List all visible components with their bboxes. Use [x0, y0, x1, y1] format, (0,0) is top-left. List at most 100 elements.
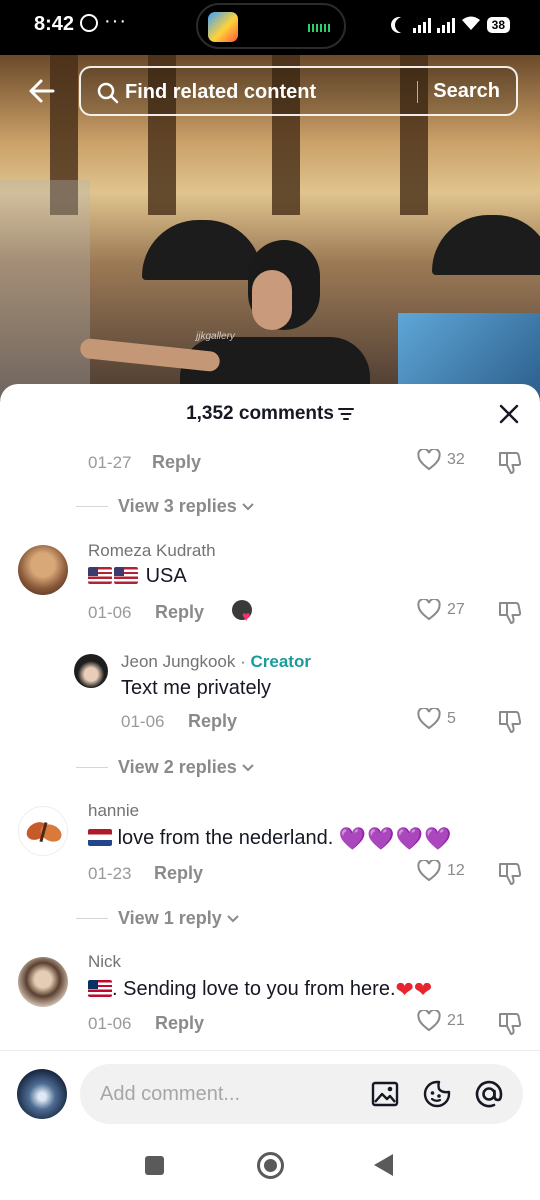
- search-divider: [417, 81, 418, 103]
- image-icon[interactable]: [370, 1079, 400, 1109]
- dislike-icon[interactable]: [497, 709, 523, 735]
- username-text: Jeon Jungkook: [121, 652, 236, 671]
- view-replies-button[interactable]: View 3 replies: [76, 496, 255, 517]
- view-replies-label: View 2 replies: [118, 757, 237, 777]
- heart-icon: [417, 708, 441, 730]
- reply-button[interactable]: Reply: [155, 1013, 204, 1034]
- reply-button[interactable]: Reply: [152, 452, 201, 473]
- sticker-emoji-icon[interactable]: [422, 1079, 452, 1109]
- dislike-icon[interactable]: [497, 600, 523, 626]
- reply-button[interactable]: Reply: [154, 863, 203, 884]
- like-count: 12: [447, 862, 465, 879]
- comment-item: Romeza Kudrath USA 01-06 Reply ♥ 27: [0, 536, 540, 646]
- comment-compose-bar: [0, 1050, 540, 1134]
- like-button[interactable]: 12: [417, 860, 465, 882]
- butterfly-avatar-icon: [26, 822, 62, 843]
- like-button[interactable]: 32: [417, 449, 465, 471]
- mention-icon[interactable]: [474, 1079, 504, 1109]
- comment-date: 01-06: [88, 603, 132, 622]
- us-flag-icon: [114, 567, 138, 584]
- comment-input[interactable]: [100, 1078, 350, 1110]
- comment-username[interactable]: Romeza Kudrath: [88, 541, 216, 561]
- heart-icon: [417, 1010, 441, 1032]
- signal-icon: [412, 17, 431, 33]
- chevron-down-icon: [227, 914, 239, 922]
- comment-date: 01-06: [121, 712, 165, 731]
- chevron-down-icon: [242, 763, 254, 771]
- like-count: 5: [447, 710, 456, 727]
- comment-text-content: love from the nederland.: [117, 827, 334, 849]
- comment-text: USA: [88, 565, 187, 588]
- like-count: 32: [447, 451, 465, 468]
- reply-item: Jeon Jungkook · Creator Text me privatel…: [0, 649, 540, 781]
- claw-machine: [0, 180, 90, 400]
- avatar[interactable]: [18, 957, 68, 1007]
- comments-title: 1,352 comments: [0, 403, 540, 425]
- app-icon: [208, 12, 238, 42]
- search-bar: Search: [79, 66, 518, 116]
- reply-button[interactable]: Reply: [155, 602, 204, 623]
- close-icon[interactable]: [498, 403, 520, 425]
- do-not-disturb-icon: [395, 17, 411, 33]
- red-hearts-icon: ❤❤: [395, 977, 433, 1002]
- wifi-icon: [461, 15, 481, 36]
- dislike-icon[interactable]: [497, 861, 523, 887]
- my-avatar[interactable]: [17, 1069, 67, 1119]
- creator-liked-badge: ♥: [232, 600, 256, 624]
- comment-date: 01-27: [88, 453, 132, 472]
- avatar[interactable]: [74, 654, 108, 688]
- status-bar: 8:42 ··· 38: [0, 0, 540, 55]
- comment-text-content: . Sending love to you from here.: [112, 978, 396, 1000]
- system-nav-bar: [0, 1134, 540, 1200]
- comment-username[interactable]: Nick: [88, 952, 121, 972]
- avatar[interactable]: [18, 806, 68, 856]
- comment-username[interactable]: hannie: [88, 801, 139, 821]
- pendant-lamp: [432, 215, 540, 275]
- top-nav: Search: [0, 66, 540, 116]
- heart-badge-icon: ♥: [242, 608, 251, 624]
- back-button[interactable]: [374, 1154, 393, 1176]
- person-face: [252, 270, 292, 330]
- battery-icon: 38: [486, 17, 510, 33]
- comment-text: . Sending love to you from here.❤❤: [88, 977, 432, 1003]
- like-count: 27: [447, 601, 465, 618]
- comment-text: Text me privately: [121, 677, 272, 699]
- like-button[interactable]: 21: [417, 1010, 465, 1032]
- signal-2-icon: [436, 17, 455, 33]
- view-replies-button[interactable]: View 2 replies: [76, 757, 255, 778]
- back-arrow-icon[interactable]: [28, 77, 56, 105]
- view-replies-button[interactable]: View 1 reply: [76, 908, 240, 929]
- comment-date: 01-23: [88, 864, 132, 883]
- comment-text-content: USA: [145, 565, 187, 587]
- recent-apps-button[interactable]: [145, 1156, 164, 1175]
- like-button[interactable]: 27: [417, 599, 465, 621]
- view-replies-label: View 1 reply: [118, 908, 222, 928]
- netherlands-flag-icon: [88, 829, 112, 846]
- dislike-icon[interactable]: [497, 1011, 523, 1037]
- replies-divider: [76, 767, 108, 768]
- heart-icon: [417, 449, 441, 471]
- search-input[interactable]: [125, 76, 405, 108]
- pendant-lamp: [142, 220, 262, 280]
- sort-filter-icon[interactable]: [337, 407, 354, 421]
- status-time: 8:42: [34, 13, 75, 35]
- comment-item: hannie love from the nederland. 💜💜💜💜 01-…: [0, 798, 540, 938]
- replies-divider: [76, 918, 108, 919]
- comment-username[interactable]: Jeon Jungkook · Creator: [121, 652, 311, 672]
- comment-date: 01-06: [88, 1014, 132, 1033]
- search-button[interactable]: Search: [433, 80, 500, 103]
- view-replies-label: View 3 replies: [118, 496, 237, 516]
- chevron-down-icon: [242, 502, 254, 510]
- dynamic-island: [196, 3, 346, 49]
- more-notifications-icon: ···: [104, 10, 127, 32]
- home-button[interactable]: [257, 1152, 284, 1179]
- heart-icon: [417, 599, 441, 621]
- search-icon: [97, 82, 119, 104]
- dislike-icon[interactable]: [497, 450, 523, 476]
- liberia-flag-icon: [88, 980, 112, 997]
- comment-item: Nick . Sending love to you from here.❤❤ …: [0, 949, 540, 1049]
- like-button[interactable]: 5: [417, 708, 456, 730]
- reply-button[interactable]: Reply: [188, 711, 237, 732]
- comment-field: [80, 1064, 523, 1124]
- avatar[interactable]: [18, 545, 68, 595]
